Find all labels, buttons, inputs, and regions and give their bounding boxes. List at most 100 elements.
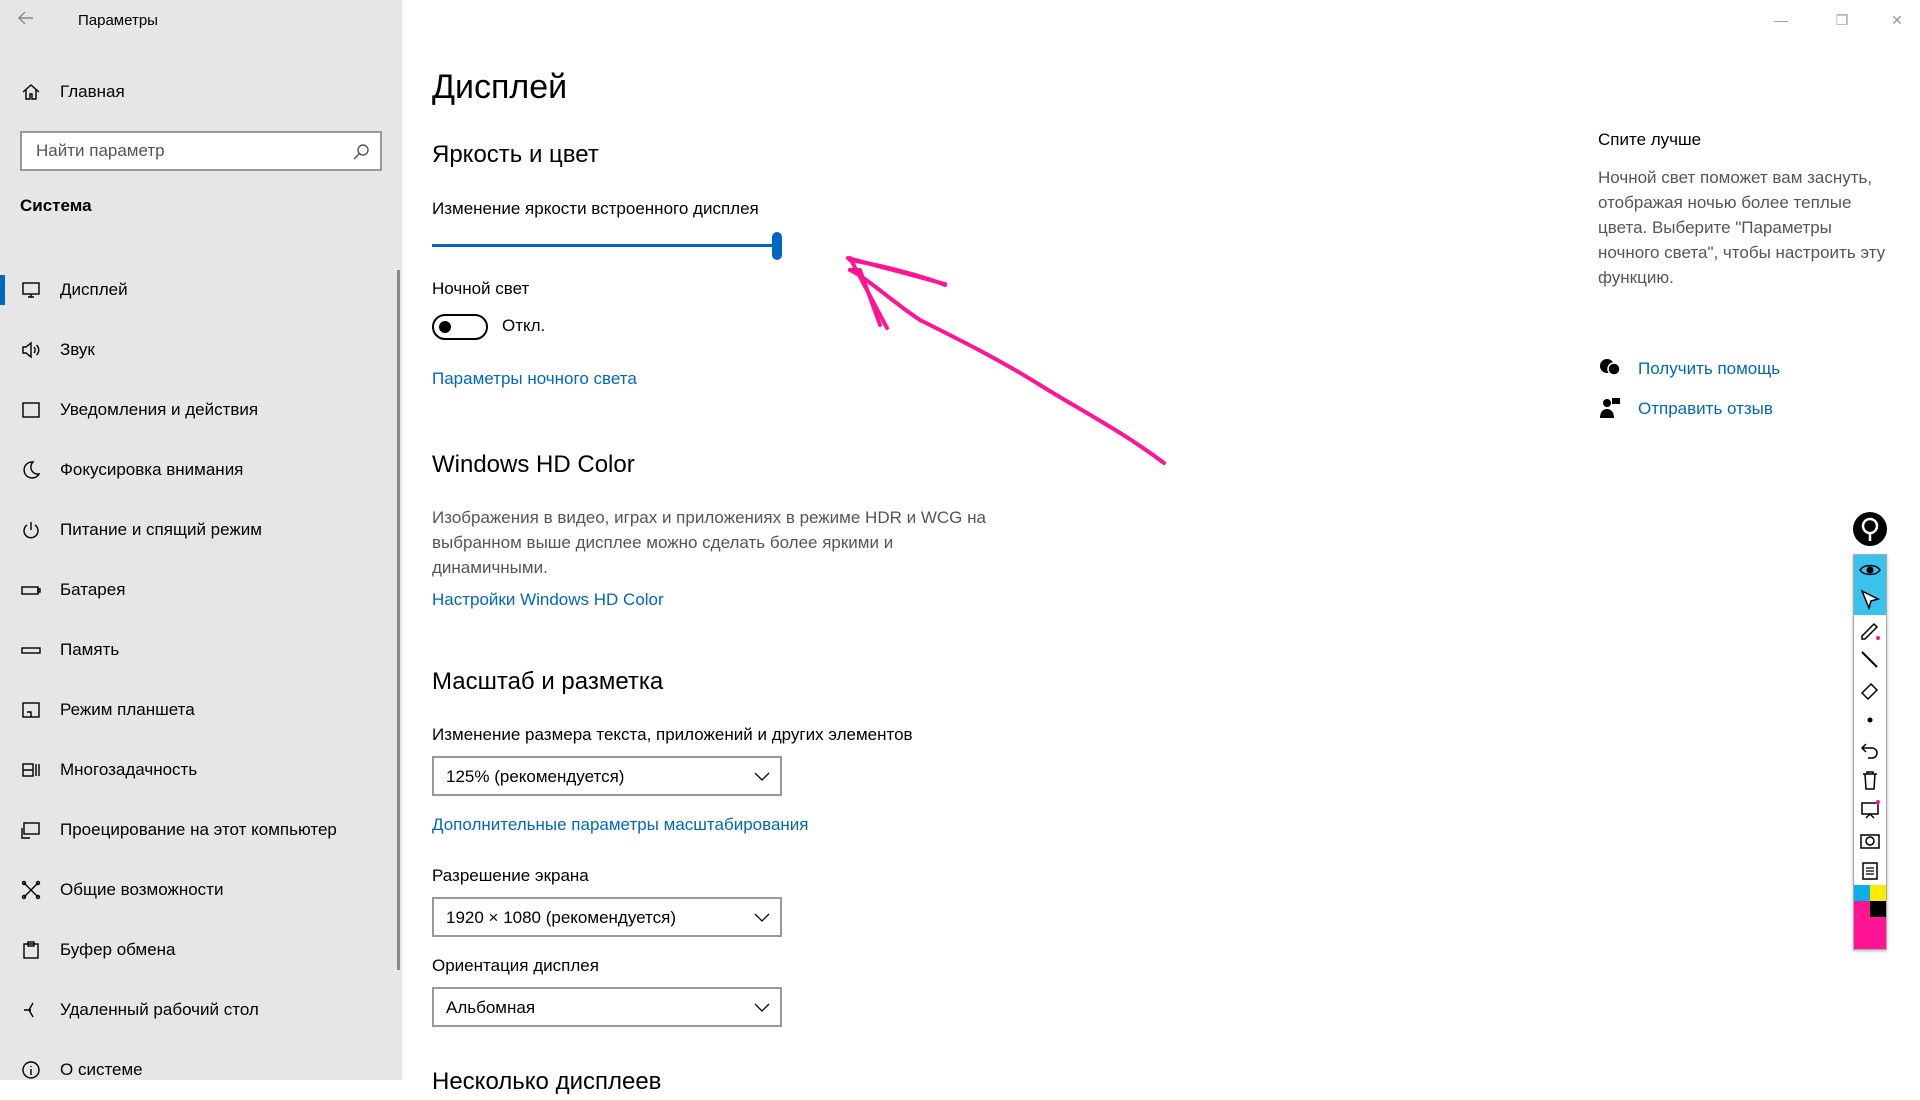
sidebar-item-notifications[interactable]: Уведомления и действия [0, 380, 402, 440]
sidebar-item-label: Питание и спящий режим [60, 520, 262, 539]
storage-icon [20, 639, 42, 661]
shared-icon [20, 879, 42, 901]
get-help-link[interactable]: Получить помощь [1638, 359, 1780, 379]
sidebar-item-storage[interactable]: Память [0, 620, 402, 680]
feedback-icon [1600, 398, 1620, 418]
resolution-dropdown[interactable]: 1920 × 1080 (рекомендуется) [432, 897, 782, 937]
sidebar-item-multitasking[interactable]: Многозадачность [0, 740, 402, 800]
tool-copy[interactable] [1854, 855, 1886, 885]
close-button[interactable]: ✕ [1882, 8, 1912, 32]
slider-thumb[interactable] [772, 232, 782, 260]
sidebar-item-label: Фокусировка внимания [60, 460, 244, 479]
tool-pointer[interactable] [1854, 585, 1886, 615]
night-light-toggle[interactable] [432, 314, 488, 340]
color-palette[interactable] [1854, 885, 1886, 949]
sidebar: Параметры Главная Система Дисплей Звук У… [0, 0, 402, 1080]
orientation-dropdown[interactable]: Альбомная [432, 987, 782, 1027]
sidebar-home-label: Главная [60, 82, 125, 101]
tool-whiteboard[interactable] [1854, 795, 1886, 825]
undo-icon [1860, 743, 1878, 759]
sidebar-home[interactable]: Главная [0, 76, 402, 108]
sidebar-item-projecting[interactable]: Проецирование на этот компьютер [0, 800, 402, 860]
help-chat-icon [1600, 359, 1621, 376]
tool-pen[interactable] [1854, 615, 1886, 645]
sidebar-item-battery[interactable]: Батарея [0, 560, 402, 620]
hd-color-heading: Windows HD Color [432, 451, 635, 478]
brightness-slider[interactable] [432, 232, 782, 262]
minimize-button[interactable]: — [1766, 8, 1796, 32]
sidebar-item-clipboard[interactable]: Буфер обмена [0, 920, 402, 980]
night-light-settings-link[interactable]: Параметры ночного света [432, 369, 637, 389]
annotation-tool-logo[interactable] [1853, 512, 1887, 546]
monitor-icon [20, 279, 42, 301]
sidebar-item-label: Буфер обмена [60, 940, 176, 959]
eye-icon [1859, 564, 1881, 576]
tool-line[interactable] [1854, 645, 1886, 675]
send-feedback-link[interactable]: Отправить отзыв [1638, 399, 1773, 419]
current-color-swatch[interactable] [1854, 917, 1886, 949]
main-content: Дисплей Яркость и цвет Изменение яркости… [432, 0, 1532, 1095]
aside-title: Спите лучше [1598, 130, 1702, 149]
sidebar-item-focus[interactable]: Фокусировка внимания [0, 440, 402, 500]
sidebar-item-label: Память [60, 640, 120, 659]
moon-icon [20, 459, 42, 481]
sidebar-item-tablet[interactable]: Режим планшета [0, 680, 402, 740]
advanced-scaling-link[interactable]: Дополнительные параметры масштабирования [432, 815, 808, 835]
sidebar-item-power[interactable]: Питание и спящий режим [0, 500, 402, 560]
chevron-down-icon [754, 1003, 770, 1012]
sidebar-item-label: Дисплей [60, 280, 128, 299]
sidebar-item-about[interactable]: О системе [0, 1040, 402, 1100]
sidebar-item-shared[interactable]: Общие возможности [0, 860, 402, 920]
sidebar-scrollbar[interactable] [397, 270, 400, 970]
info-icon [20, 1059, 42, 1081]
search-input[interactable] [34, 140, 334, 162]
back-button[interactable] [16, 8, 42, 34]
color-swatch-black[interactable] [1870, 901, 1886, 917]
notification-icon [20, 399, 42, 421]
dropdown-value: Альбомная [446, 998, 536, 1017]
sidebar-section-label: Система [20, 196, 92, 215]
tool-screenshot[interactable] [1854, 825, 1886, 855]
sidebar-item-label: Многозадачность [60, 760, 198, 779]
scale-heading: Масштаб и разметка [432, 668, 664, 695]
project-icon [20, 819, 42, 841]
color-swatch-yellow[interactable] [1870, 885, 1886, 901]
clipboard-icon [20, 939, 42, 961]
color-swatch-magenta[interactable] [1854, 901, 1870, 917]
sidebar-item-remote-desktop[interactable]: Удаленный рабочий стол [0, 980, 402, 1040]
battery-icon [20, 579, 42, 601]
camera-icon [1860, 834, 1880, 849]
sidebar-item-label: Проецирование на этот компьютер [60, 820, 337, 839]
back-arrow-icon [18, 11, 33, 25]
night-light-state: Откл. [502, 316, 546, 335]
tool-dot-size[interactable] [1854, 705, 1886, 735]
night-light-label: Ночной свет [432, 279, 530, 298]
multitask-icon [20, 759, 42, 781]
orientation-label: Ориентация дисплея [432, 956, 599, 975]
hd-color-settings-link[interactable]: Настройки Windows HD Color [432, 590, 664, 610]
sidebar-item-display[interactable]: Дисплей [0, 260, 402, 320]
maximize-button[interactable]: ❐ [1827, 8, 1857, 32]
tablet-icon [20, 699, 42, 721]
scale-dropdown[interactable]: 125% (рекомендуется) [432, 756, 782, 796]
pin-icon [1861, 517, 1879, 541]
home-icon [20, 81, 42, 103]
search-icon[interactable] [352, 143, 370, 161]
resolution-label: Разрешение экрана [432, 866, 589, 885]
sidebar-item-sound[interactable]: Звук [0, 320, 402, 380]
chevron-down-icon [754, 772, 770, 781]
dot-icon [1867, 717, 1873, 723]
chevron-down-icon [754, 913, 770, 922]
search-box[interactable] [20, 131, 382, 171]
tool-view[interactable] [1854, 555, 1886, 585]
sidebar-item-label: Режим планшета [60, 700, 195, 719]
tool-eraser[interactable] [1854, 675, 1886, 705]
sidebar-item-label: Уведомления и действия [60, 400, 259, 419]
sidebar-item-label: Батарея [60, 580, 126, 599]
scale-size-label: Изменение размера текста, приложений и д… [432, 725, 913, 744]
tool-undo[interactable] [1854, 735, 1886, 765]
tool-clear[interactable] [1854, 765, 1886, 795]
sidebar-item-label: Общие возможности [60, 880, 224, 899]
color-swatch-cyan[interactable] [1854, 885, 1870, 901]
title-bar: Параметры [0, 0, 402, 40]
